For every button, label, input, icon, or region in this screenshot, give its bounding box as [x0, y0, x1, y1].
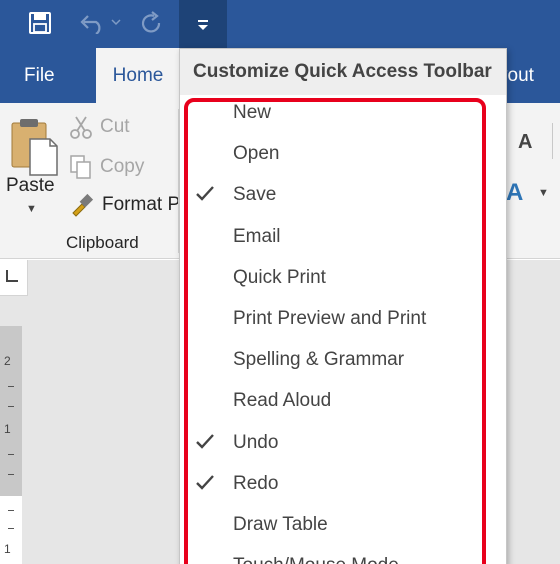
tab-file[interactable]: File [24, 48, 55, 103]
format-painter-icon [72, 193, 94, 217]
menu-item[interactable]: Read Aloud [180, 380, 506, 421]
menu-item-label: Print Preview and Print [233, 307, 427, 329]
ruler-number: 2 [4, 354, 11, 368]
menu-item-label: Undo [233, 431, 279, 453]
format-painter-label: Format P [102, 194, 181, 215]
menu-item[interactable]: Touch/Mouse Mode [180, 545, 506, 564]
paste-button[interactable]: Paste [6, 175, 55, 197]
menu-item[interactable]: Quick Print [180, 257, 506, 298]
menu-item[interactable]: Spelling & Grammar [180, 339, 506, 380]
group-divider [552, 123, 553, 159]
menu-item[interactable]: Undo [180, 422, 506, 463]
ruler-tick [8, 474, 14, 475]
word-window: File Home yout Paste ▼ Cut Copy Format P… [0, 0, 560, 564]
menu-item[interactable]: Draw Table [180, 504, 506, 545]
format-painter-button[interactable]: Format P [70, 193, 180, 217]
customize-dropdown-icon[interactable] [179, 0, 227, 48]
save-icon[interactable] [24, 6, 56, 40]
tab-home[interactable]: Home [96, 48, 180, 103]
checkmark-icon [196, 186, 214, 201]
undo-icon[interactable] [76, 6, 124, 40]
menu-item-label: Redo [233, 472, 279, 494]
menu-item[interactable]: New [180, 92, 506, 133]
text-effects-dropdown-icon[interactable]: ▼ [538, 187, 549, 199]
ruler-tick [8, 528, 14, 529]
ruler-number: 1 [4, 422, 11, 436]
menu-item[interactable]: Print Preview and Print [180, 298, 506, 339]
menu-header: Customize Quick Access Toolbar [180, 49, 506, 95]
paste-dropdown-icon[interactable]: ▼ [26, 203, 37, 215]
paste-icon[interactable] [10, 117, 60, 177]
menu-item-label: Spelling & Grammar [233, 348, 405, 370]
ruler-tick [8, 454, 14, 455]
ruler-tick [8, 510, 14, 511]
menu-item[interactable]: Save [180, 174, 506, 215]
menu-item[interactable]: Email [180, 216, 506, 257]
left-tab-icon [6, 270, 18, 282]
menu-item-label: Quick Print [233, 266, 326, 288]
tab-selector[interactable] [0, 260, 28, 296]
cut-button[interactable]: Cut [70, 115, 130, 139]
redo-icon[interactable] [136, 6, 168, 40]
grow-font-icon[interactable]: A [518, 131, 532, 154]
copy-button[interactable]: Copy [70, 155, 144, 179]
menu-item[interactable]: Redo [180, 463, 506, 504]
menu-item-label: Open [233, 142, 280, 164]
menu-item-label: Save [233, 183, 277, 205]
menu-item-label: Draw Table [233, 513, 328, 535]
vertical-ruler-margin: 1 [0, 496, 22, 564]
menu-item-label: Email [233, 225, 281, 247]
vertical-ruler[interactable]: 2 1 [0, 326, 22, 496]
menu-item-label: Read Aloud [233, 389, 332, 411]
clipboard-group-label: Clipboard [66, 233, 139, 252]
copy-icon [70, 155, 91, 179]
title-bar [0, 0, 560, 48]
checkmark-icon [196, 475, 214, 490]
menu-item-label: New [233, 101, 272, 123]
ruler-tick [8, 406, 14, 407]
menu-item-label: Touch/Mouse Mode [233, 555, 399, 564]
ruler-number: 1 [4, 542, 11, 556]
copy-label: Copy [100, 156, 145, 177]
customize-qat-menu: Customize Quick Access Toolbar New Open Sa… [179, 48, 507, 564]
text-effects-icon[interactable]: A [506, 179, 523, 207]
ruler-tick [8, 386, 14, 387]
cut-label: Cut [100, 116, 130, 137]
scissors-icon [70, 116, 92, 139]
checkmark-icon [196, 434, 214, 449]
menu-item[interactable]: Open [180, 133, 506, 174]
